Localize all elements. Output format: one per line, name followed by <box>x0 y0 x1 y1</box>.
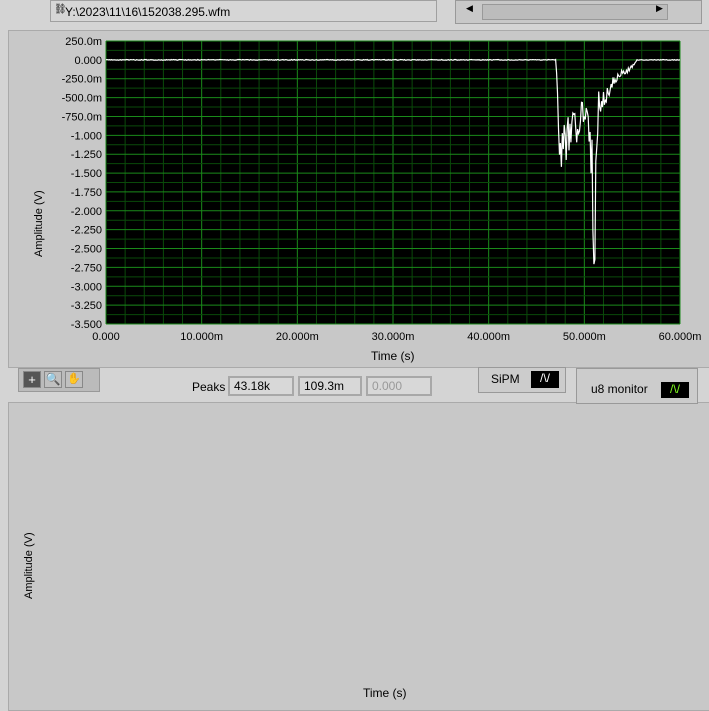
graph-palette: + 🔍 ✋ <box>18 368 100 392</box>
x-tick-label: 0.000 <box>92 331 120 343</box>
y-tick-label: -2.750 <box>71 262 102 274</box>
x-tick-label: 10.000m <box>180 331 223 343</box>
u8-monitor-legend[interactable]: u8 monitor /\/ <box>576 368 698 404</box>
pan-hand-icon[interactable]: ✋ <box>65 371 83 388</box>
x-axis-label: Time (s) <box>363 686 407 700</box>
y-tick-label: -1.000 <box>71 130 102 142</box>
y-tick-label: -2.500 <box>71 244 102 256</box>
y-tick-label: -3.500 <box>71 319 102 331</box>
bottom-graph: Amplitude (V) Time (s) <box>8 402 709 711</box>
y-tick-label: 0.000 <box>74 55 102 67</box>
peaks-value-3: 0.000 <box>366 376 432 396</box>
y-tick-label: -1.500 <box>71 168 102 180</box>
y-tick-label: -2.000 <box>71 206 102 218</box>
plot-style-icon[interactable]: /\/ <box>531 371 559 388</box>
y-tick-label: -750.0m <box>62 111 102 123</box>
peaks-label: Peaks <box>192 380 225 394</box>
y-tick-label: -2.250 <box>71 225 102 237</box>
y-tick-label: -1.750 <box>71 187 102 199</box>
sipm-legend[interactable]: SiPM /\/ <box>478 367 566 393</box>
y-tick-label: -500.0m <box>62 93 102 105</box>
x-tick-label: 40.000m <box>467 331 510 343</box>
y-tick-label: -250.0m <box>62 74 102 86</box>
plot-style-icon[interactable]: /\/ <box>661 382 689 398</box>
peaks-value-1[interactable]: 43.18k <box>228 376 294 396</box>
cursor-tool-icon[interactable]: + <box>23 371 41 388</box>
y-axis-label: Amplitude (V) <box>23 499 35 599</box>
x-tick-label: 20.000m <box>276 331 319 343</box>
x-tick-label: 30.000m <box>372 331 415 343</box>
y-tick-label: -1.250 <box>71 149 102 161</box>
x-tick-label: 60.000m <box>659 331 702 343</box>
y-tick-label: 250.0m <box>65 36 102 48</box>
zoom-tool-icon[interactable]: 🔍 <box>44 371 62 388</box>
y-tick-label: -3.250 <box>71 300 102 312</box>
x-tick-label: 50.000m <box>563 331 606 343</box>
y-tick-label: -3.000 <box>71 281 102 293</box>
peaks-value-2[interactable]: 109.3m <box>298 376 362 396</box>
